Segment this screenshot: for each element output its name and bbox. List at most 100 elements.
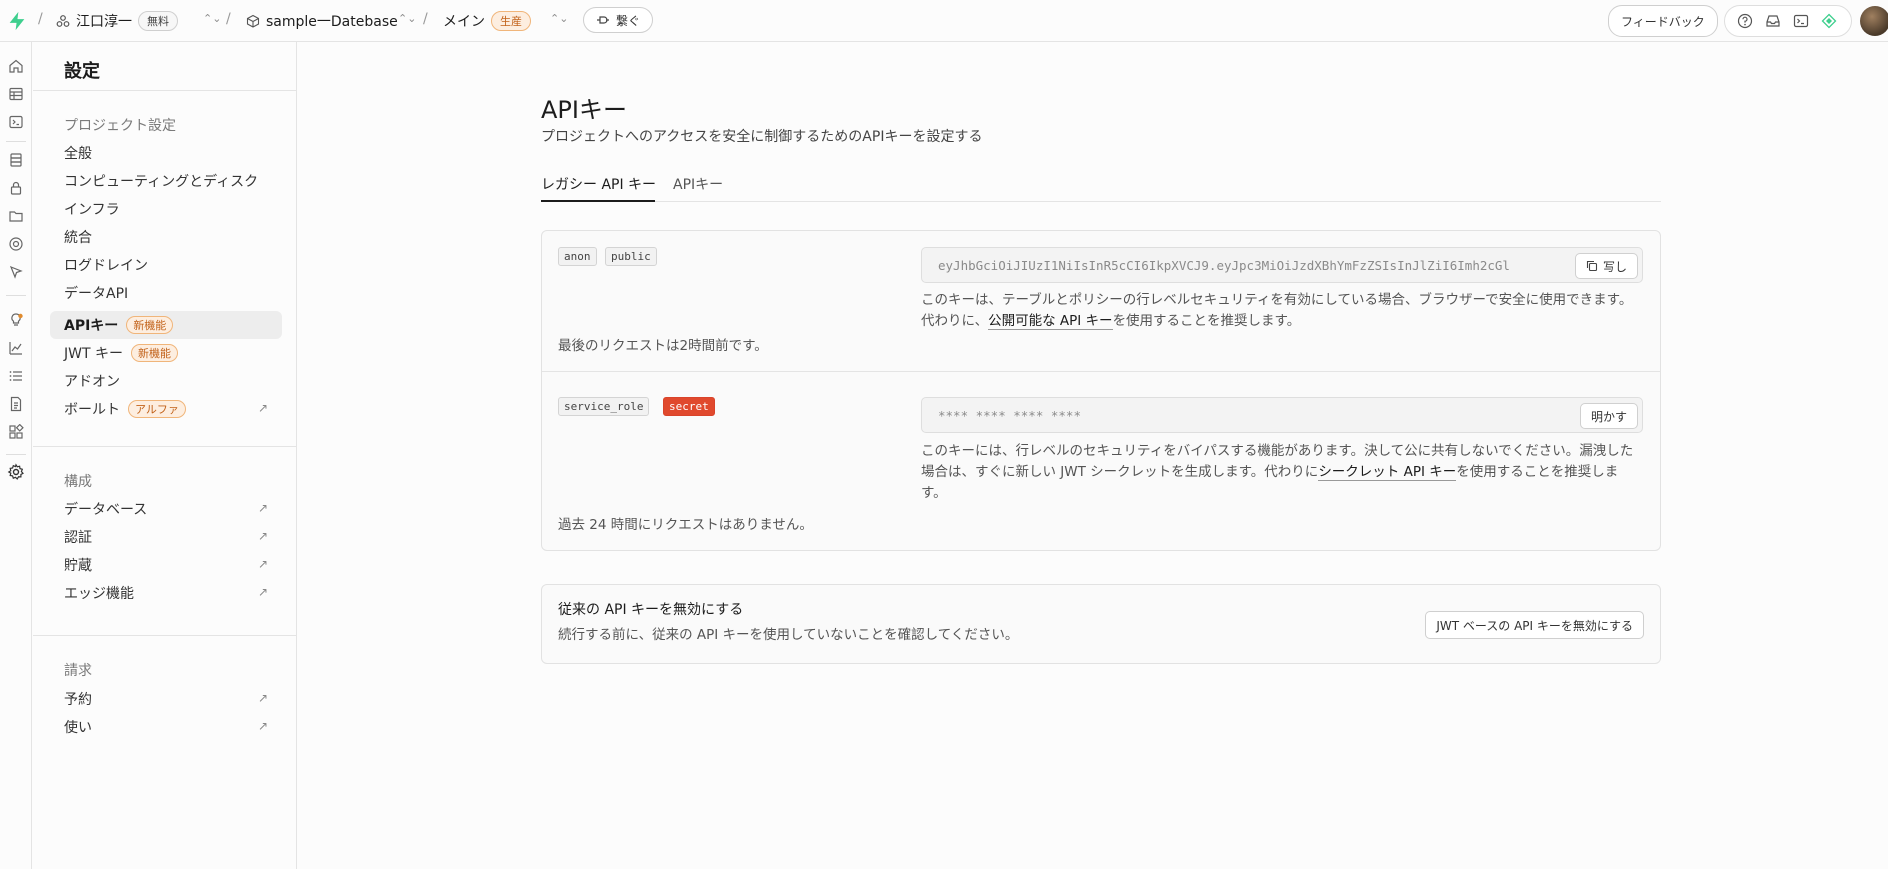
- rail-divider: [6, 454, 26, 455]
- branch-env-badge: 生産: [491, 11, 531, 31]
- section-configuration: 構成: [64, 474, 92, 490]
- project-switcher[interactable]: sample一Datebase: [246, 0, 398, 42]
- service-role-key-field[interactable]: **** **** **** **** 明かす: [921, 397, 1643, 433]
- sidebar-item-label: APIキー: [64, 318, 119, 334]
- sidebar-item-data-api[interactable]: データAPI: [64, 283, 128, 303]
- service-role-key-value: **** **** **** ****: [938, 408, 1081, 423]
- secret-api-key-link[interactable]: シークレット API キー: [1318, 464, 1457, 481]
- sidebar-item-label: 予約: [64, 692, 92, 708]
- settings-gear-icon[interactable]: [6, 462, 26, 482]
- new-feature-badge: 新機能: [130, 344, 178, 362]
- sidebar-item-database[interactable]: データベース: [64, 499, 147, 519]
- sidebar-item-label: JWT キー: [64, 346, 123, 362]
- sidebar-item-general[interactable]: 全般: [64, 143, 92, 163]
- sidebar-item-infrastructure[interactable]: インフラ: [64, 199, 120, 219]
- sidebar-item-edge-functions[interactable]: エッジ機能: [64, 583, 134, 603]
- sidebar-divider: [33, 635, 296, 636]
- tab-api-keys[interactable]: APIキー: [673, 174, 723, 194]
- icon-rail: [0, 42, 32, 869]
- sidebar-divider: [33, 90, 296, 91]
- storage-folder-icon[interactable]: [6, 206, 26, 226]
- org-switcher[interactable]: 江口淳一 無料: [56, 0, 178, 42]
- realtime-icon[interactable]: [6, 234, 26, 254]
- sidebar-item-label: 貯蔵: [64, 558, 92, 574]
- external-link-arrow-icon: ↗: [258, 557, 269, 571]
- supabase-logo-icon[interactable]: [6, 10, 28, 32]
- breadcrumb-separator: /: [423, 11, 428, 27]
- terminal-icon[interactable]: [1789, 9, 1813, 33]
- project-chevron-updown-icon[interactable]: ⌃⌄: [398, 12, 416, 25]
- settings-sidebar: 設定 プロジェクト設定 全般 コンピューティングとディスク インフラ 統合 ログ…: [33, 42, 297, 869]
- sidebar-item-auth[interactable]: 認証: [64, 527, 92, 547]
- sidebar-item-log-drains[interactable]: ログドレイン: [64, 255, 148, 275]
- sidebar-item-storage[interactable]: 貯蔵: [64, 555, 92, 575]
- anon-tag: anon: [558, 247, 597, 266]
- sidebar-item-subscription[interactable]: 予約: [64, 689, 92, 709]
- home-icon[interactable]: [6, 56, 26, 76]
- external-link-arrow-icon: ↗: [258, 529, 269, 543]
- breadcrumb-separator: /: [38, 11, 43, 27]
- copy-label: 写し: [1602, 259, 1627, 274]
- feedback-button[interactable]: フィードバック: [1608, 5, 1718, 37]
- new-feature-badge: 新機能: [126, 316, 174, 334]
- service-role-key-description: このキーには、行レベルのセキュリティをバイパスする機能があります。決して公に共有…: [921, 441, 1643, 504]
- assistant-diamond-icon[interactable]: [1817, 9, 1841, 33]
- page-subtitle: プロジェクトへのアクセスを安全に制御するためのAPIキーを設定する: [541, 129, 983, 145]
- project-box-icon: [246, 14, 260, 28]
- feedback-label: フィードバック: [1621, 14, 1705, 29]
- copy-anon-key-button[interactable]: 写し: [1574, 253, 1638, 279]
- inbox-icon[interactable]: [1761, 9, 1785, 33]
- auth-lock-icon[interactable]: [6, 178, 26, 198]
- publishable-api-key-link[interactable]: 公開可能な API キー: [988, 313, 1113, 330]
- help-icon[interactable]: [1733, 9, 1757, 33]
- anon-desc-text-end: を使用することを推奨します。: [1112, 313, 1301, 329]
- section-project-settings: プロジェクト設定: [64, 118, 176, 134]
- connect-button[interactable]: 繋ぐ: [583, 7, 654, 33]
- sidebar-item-label: 認証: [64, 530, 92, 546]
- secret-tag: secret: [663, 397, 715, 416]
- tab-legacy-api-keys[interactable]: レガシー API キー: [541, 174, 656, 194]
- copy-icon: [1586, 260, 1598, 272]
- branch-chevron-updown-icon[interactable]: ⌃⌄: [550, 12, 568, 25]
- sidebar-item-usage[interactable]: 使い: [64, 717, 92, 737]
- reveal-key-button[interactable]: 明かす: [1579, 403, 1638, 429]
- sidebar-item-label: 統合: [64, 230, 92, 246]
- external-link-arrow-icon: ↗: [258, 585, 269, 599]
- anon-key-field[interactable]: eyJhbGciOiJIUzI1NiIsInR5cCI6IkpXVCJ9.eyJ…: [921, 247, 1643, 283]
- org-name: 江口淳一: [76, 14, 132, 30]
- org-chevron-updown-icon[interactable]: ⌃⌄: [203, 12, 221, 25]
- section-billing: 請求: [64, 663, 92, 679]
- integrations-grid-icon[interactable]: [6, 422, 26, 442]
- sidebar-item-label: 全般: [64, 146, 92, 162]
- sidebar-item-api-keys[interactable]: APIキー 新機能: [50, 311, 282, 339]
- database-icon[interactable]: [6, 150, 26, 170]
- sidebar-item-integrations[interactable]: 統合: [64, 227, 92, 247]
- service-role-last-request: 過去 24 時間にリクエストはありません。: [558, 517, 813, 533]
- sidebar-title: 設定: [64, 61, 100, 82]
- reports-chart-icon[interactable]: [6, 338, 26, 358]
- advisors-lightbulb-icon[interactable]: [6, 310, 26, 330]
- user-avatar[interactable]: [1860, 6, 1888, 36]
- anon-last-request: 最後のリクエストは2時間前です。: [558, 338, 768, 354]
- sidebar-item-jwt-keys[interactable]: JWT キー 新機能: [64, 343, 178, 363]
- sql-editor-icon[interactable]: [6, 112, 26, 132]
- topbar-icon-group: [1724, 5, 1852, 37]
- api-docs-icon[interactable]: [6, 394, 26, 414]
- org-icon: [56, 15, 70, 27]
- breadcrumb-separator: /: [226, 11, 231, 27]
- table-editor-icon[interactable]: [6, 84, 26, 104]
- tab-bar: レガシー API キー APIキー: [541, 166, 1661, 202]
- top-bar: / 江口淳一 無料 ⌃⌄ / sample一Datebase ⌃⌄ / メイン …: [0, 0, 1888, 42]
- edge-functions-cursor-icon[interactable]: [6, 262, 26, 282]
- rail-divider: [6, 141, 26, 142]
- active-tab-underline: [541, 200, 655, 202]
- sidebar-item-addons[interactable]: アドオン: [64, 371, 120, 391]
- sidebar-item-compute[interactable]: コンピューティングとディスク: [64, 171, 258, 191]
- org-plan-badge: 無料: [138, 11, 178, 31]
- branch-switcher[interactable]: メイン 生産: [443, 0, 531, 42]
- sidebar-item-vault[interactable]: ボールト アルファ: [64, 399, 186, 419]
- logs-list-icon[interactable]: [6, 366, 26, 386]
- sidebar-item-label: 使い: [64, 720, 92, 736]
- sidebar-divider: [33, 446, 296, 447]
- disable-jwt-keys-button[interactable]: JWT ベースの API キーを無効にする: [1425, 611, 1644, 639]
